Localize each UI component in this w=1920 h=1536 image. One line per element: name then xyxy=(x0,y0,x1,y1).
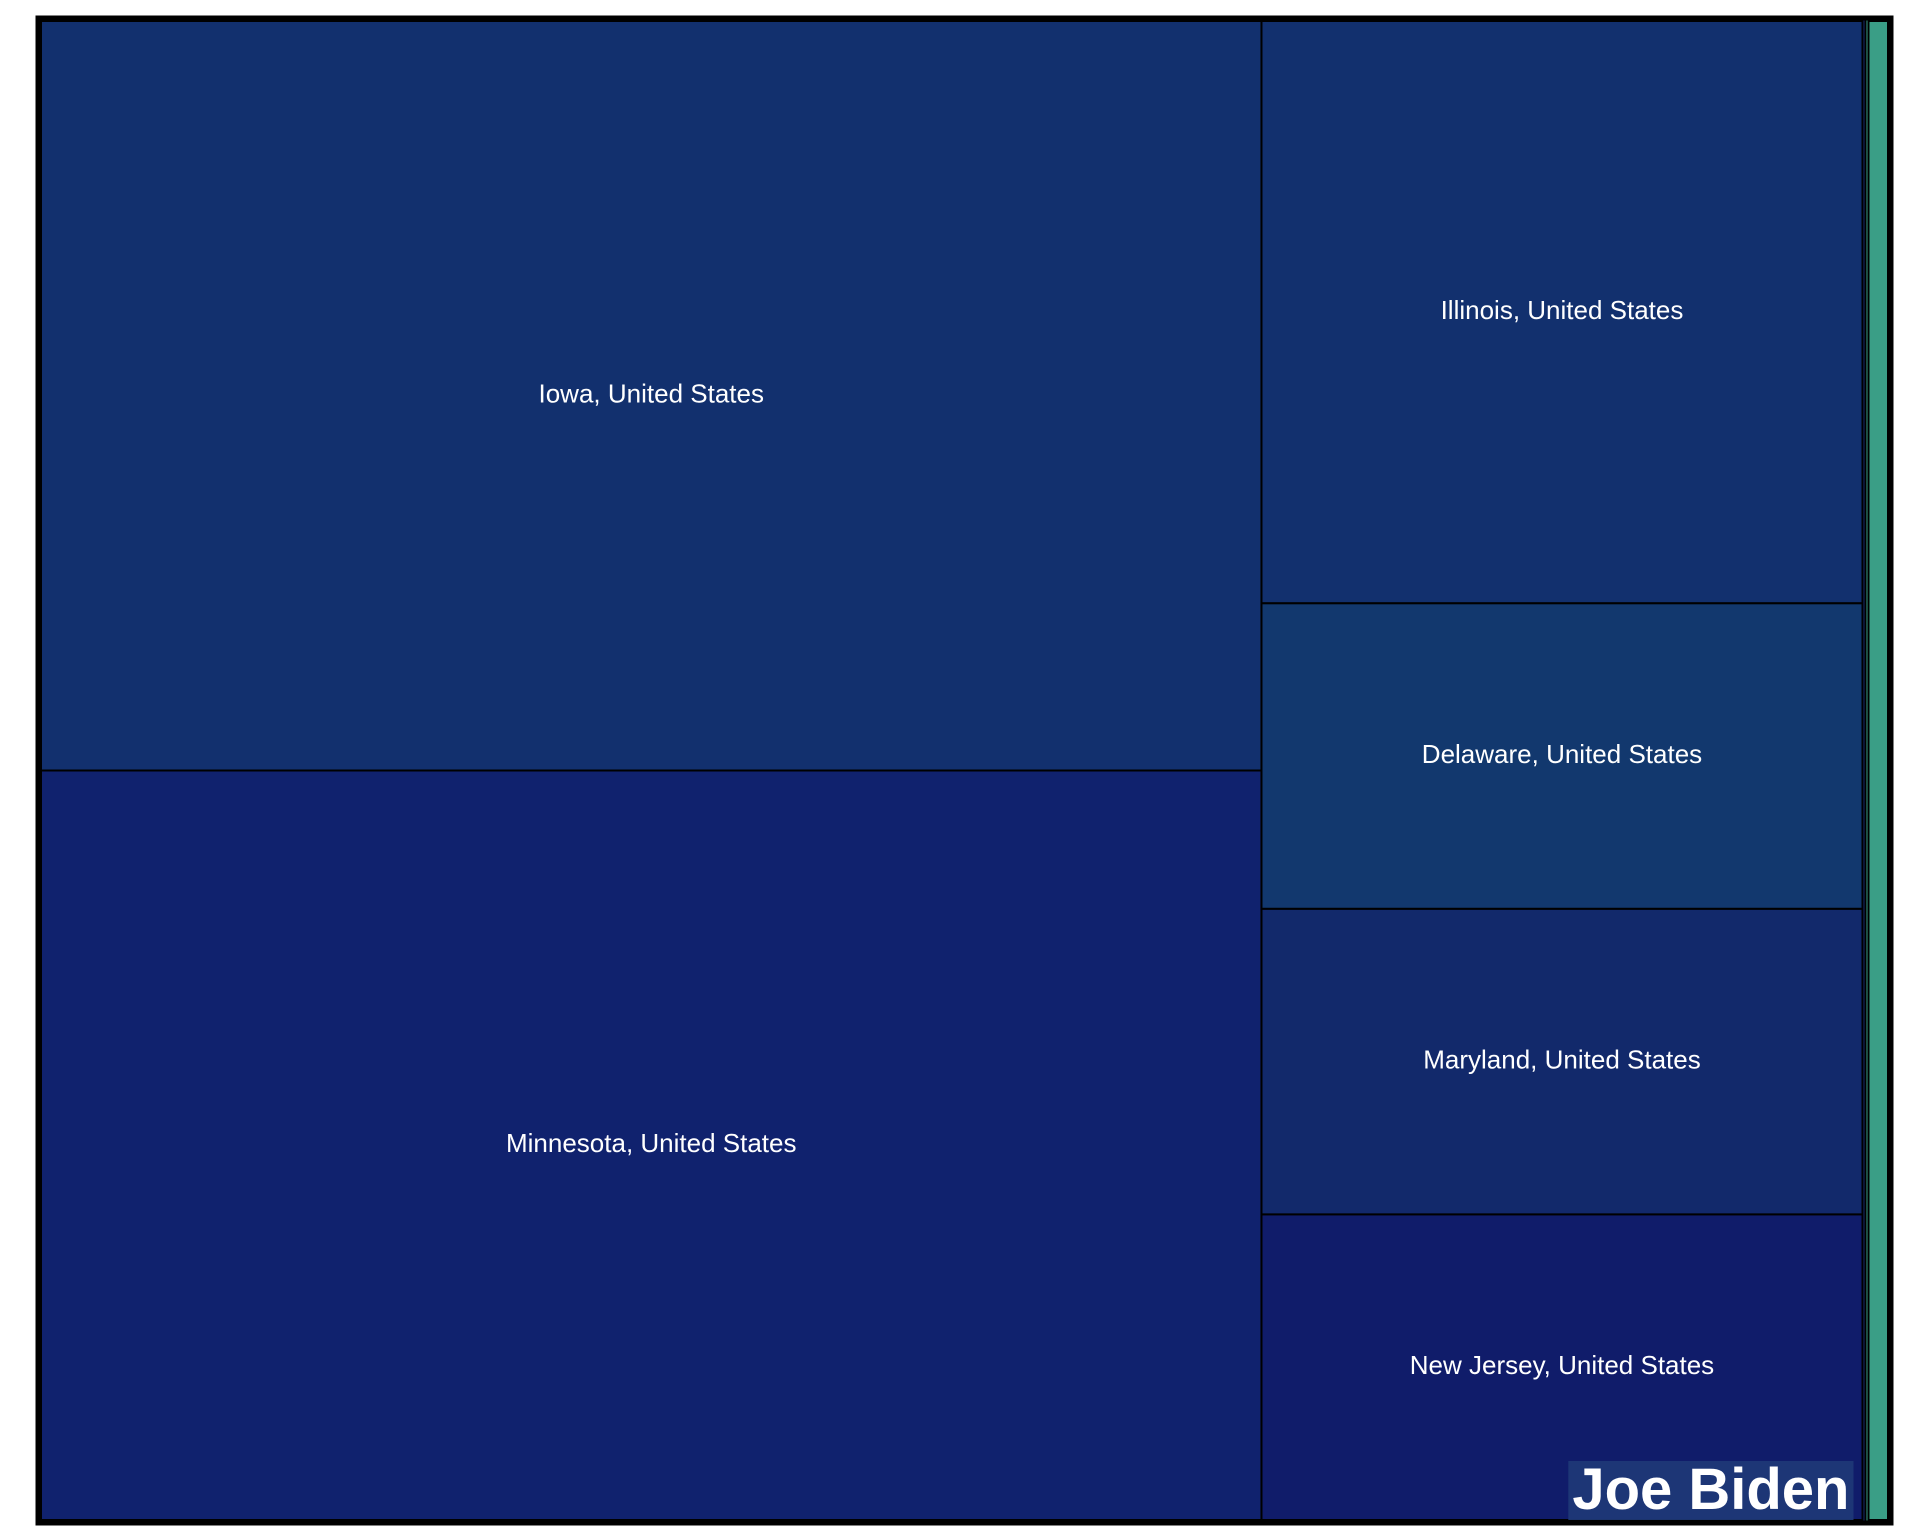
treemap-tile-label: Maryland, United States xyxy=(1423,1045,1700,1075)
treemap-group-labels: Joe Biden xyxy=(1568,1457,1854,1522)
treemap-tile-label: Illinois, United States xyxy=(1441,295,1684,325)
treemap-tile-label: Minnesota, United States xyxy=(506,1128,797,1158)
treemap-tile xyxy=(1867,20,1890,1521)
treemap-tiles xyxy=(40,20,1890,1521)
treemap-chart: Iowa, United States Minnesota, United Sta… xyxy=(35,15,1894,1526)
treemap-tile-label: New Jersey, United States xyxy=(1410,1350,1714,1380)
treemap-tile-label: Delaware, United States xyxy=(1422,739,1702,769)
treemap-tile-label: Iowa, United States xyxy=(539,379,764,409)
treemap-group-label: Joe Biden xyxy=(1572,1457,1849,1522)
